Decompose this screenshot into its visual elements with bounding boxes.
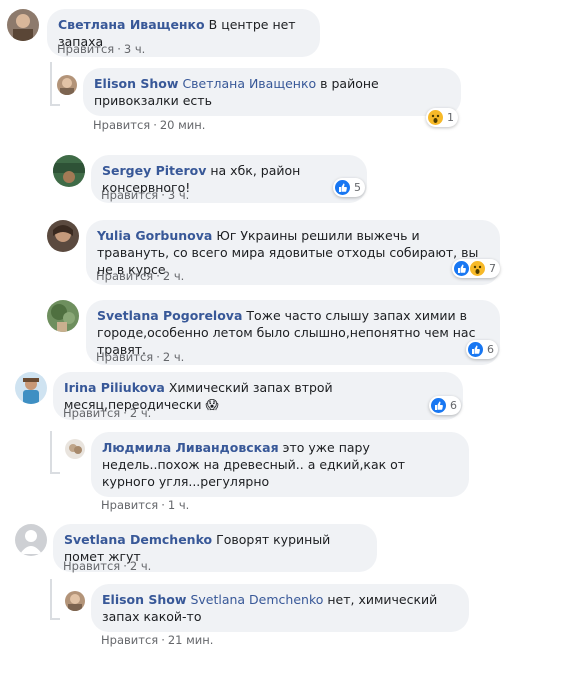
thread-line — [50, 62, 52, 105]
like-button[interactable]: Нравится — [96, 350, 153, 364]
avatar[interactable] — [65, 591, 85, 611]
like-icon — [468, 342, 483, 357]
comment-bubble: Elison Show Светлана Иващенко в районе пр… — [83, 68, 461, 116]
like-button[interactable]: Нравится — [63, 406, 120, 420]
comment-timestamp[interactable]: 1 ч. — [168, 498, 189, 512]
comment-actions: Нравится · 3 ч. — [101, 188, 190, 202]
comment-actions: Нравится · 1 ч. — [101, 498, 190, 512]
comment-actions: Нравится · 2 ч. — [63, 559, 152, 573]
like-button[interactable]: Нравится — [93, 118, 150, 132]
comment-author[interactable]: Людмила Ливандовская — [102, 440, 279, 455]
wow-icon — [428, 110, 443, 125]
reaction-count: 1 — [447, 111, 454, 124]
reaction-count: 5 — [354, 181, 361, 194]
wow-icon — [470, 261, 485, 276]
avatar[interactable] — [47, 220, 79, 252]
comment-actions: Нравится · 20 мин. — [93, 118, 206, 132]
mention-tag[interactable]: Светлана Иващенко — [182, 76, 316, 91]
reaction-count: 7 — [489, 262, 496, 275]
avatar[interactable] — [15, 372, 47, 404]
comment-author[interactable]: Irina Piliukova — [64, 380, 165, 395]
comment-actions: Нравится · 3 ч. — [57, 42, 146, 56]
comment-timestamp[interactable]: 2 ч. — [130, 406, 151, 420]
reaction-summary[interactable]: 1 — [426, 108, 458, 127]
thread-line — [50, 104, 60, 106]
like-button[interactable]: Нравится — [96, 269, 153, 283]
comment-timestamp[interactable]: 2 ч. — [163, 269, 184, 283]
comment-timestamp[interactable]: 3 ч. — [168, 188, 189, 202]
avatar[interactable] — [65, 439, 85, 459]
like-icon — [431, 398, 446, 413]
reaction-count: 6 — [450, 399, 457, 412]
comment-actions: Нравится · 2 ч. — [63, 406, 152, 420]
thread-line — [50, 618, 60, 620]
comment-bubble: Elison Show Svetlana Demchenko нет, химич… — [91, 584, 469, 632]
reaction-summary[interactable]: 6 — [466, 340, 498, 359]
comment-author[interactable]: Yulia Gorbunova — [97, 228, 212, 243]
comment-timestamp[interactable]: 2 ч. — [163, 350, 184, 364]
mention-tag[interactable]: Svetlana Demchenko — [190, 592, 323, 607]
avatar[interactable] — [47, 300, 79, 332]
comment-author[interactable]: Sergey Piterov — [102, 163, 206, 178]
comment-author[interactable]: Elison Show — [102, 592, 186, 607]
avatar[interactable] — [53, 155, 85, 187]
thread-line — [50, 431, 52, 473]
like-icon — [335, 180, 350, 195]
comment-author[interactable]: Svetlana Pogorelova — [97, 308, 242, 323]
comment-timestamp[interactable]: 20 мин. — [160, 118, 206, 132]
comment-author[interactable]: Svetlana Demchenko — [64, 532, 212, 547]
reaction-summary[interactable]: 6 — [429, 396, 461, 415]
thread-line — [50, 579, 52, 619]
comment-actions: Нравится · 21 мин. — [101, 633, 214, 647]
comment-bubble: Людмила Ливандовская это уже пару недель.… — [91, 432, 469, 497]
comment-actions: Нравится · 2 ч. — [96, 269, 185, 283]
like-button[interactable]: Нравится — [63, 559, 120, 573]
like-button[interactable]: Нравится — [57, 42, 114, 56]
avatar[interactable] — [7, 9, 39, 41]
comment-timestamp[interactable]: 21 мин. — [168, 633, 214, 647]
comment-timestamp[interactable]: 2 ч. — [130, 559, 151, 573]
avatar[interactable] — [57, 75, 77, 95]
like-button[interactable]: Нравится — [101, 188, 158, 202]
avatar[interactable] — [15, 524, 47, 556]
comment-actions: Нравится · 2 ч. — [96, 350, 185, 364]
like-button[interactable]: Нравится — [101, 633, 158, 647]
comment-author[interactable]: Светлана Иващенко — [58, 17, 205, 32]
reaction-count: 6 — [487, 343, 494, 356]
comment-author[interactable]: Elison Show — [94, 76, 178, 91]
reaction-summary[interactable]: 7 — [452, 259, 500, 278]
like-icon — [454, 261, 469, 276]
like-button[interactable]: Нравится — [101, 498, 158, 512]
reaction-summary[interactable]: 5 — [333, 178, 365, 197]
comment-timestamp[interactable]: 3 ч. — [124, 42, 145, 56]
thread-line — [50, 472, 60, 474]
